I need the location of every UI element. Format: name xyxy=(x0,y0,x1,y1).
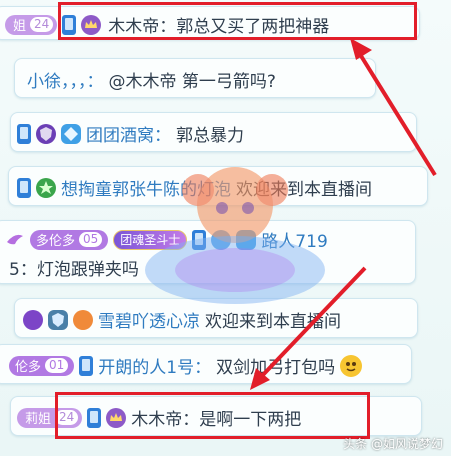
live-chat-panel: 姐 24 木木帝：郭总又买了两把神器 小徐，，，： @木木帝 第一弓箭吗? 团团… xyxy=(0,0,451,456)
annotation-arrows xyxy=(250,38,437,390)
source-watermark: 头条 @如风说梦幻 xyxy=(343,437,443,451)
